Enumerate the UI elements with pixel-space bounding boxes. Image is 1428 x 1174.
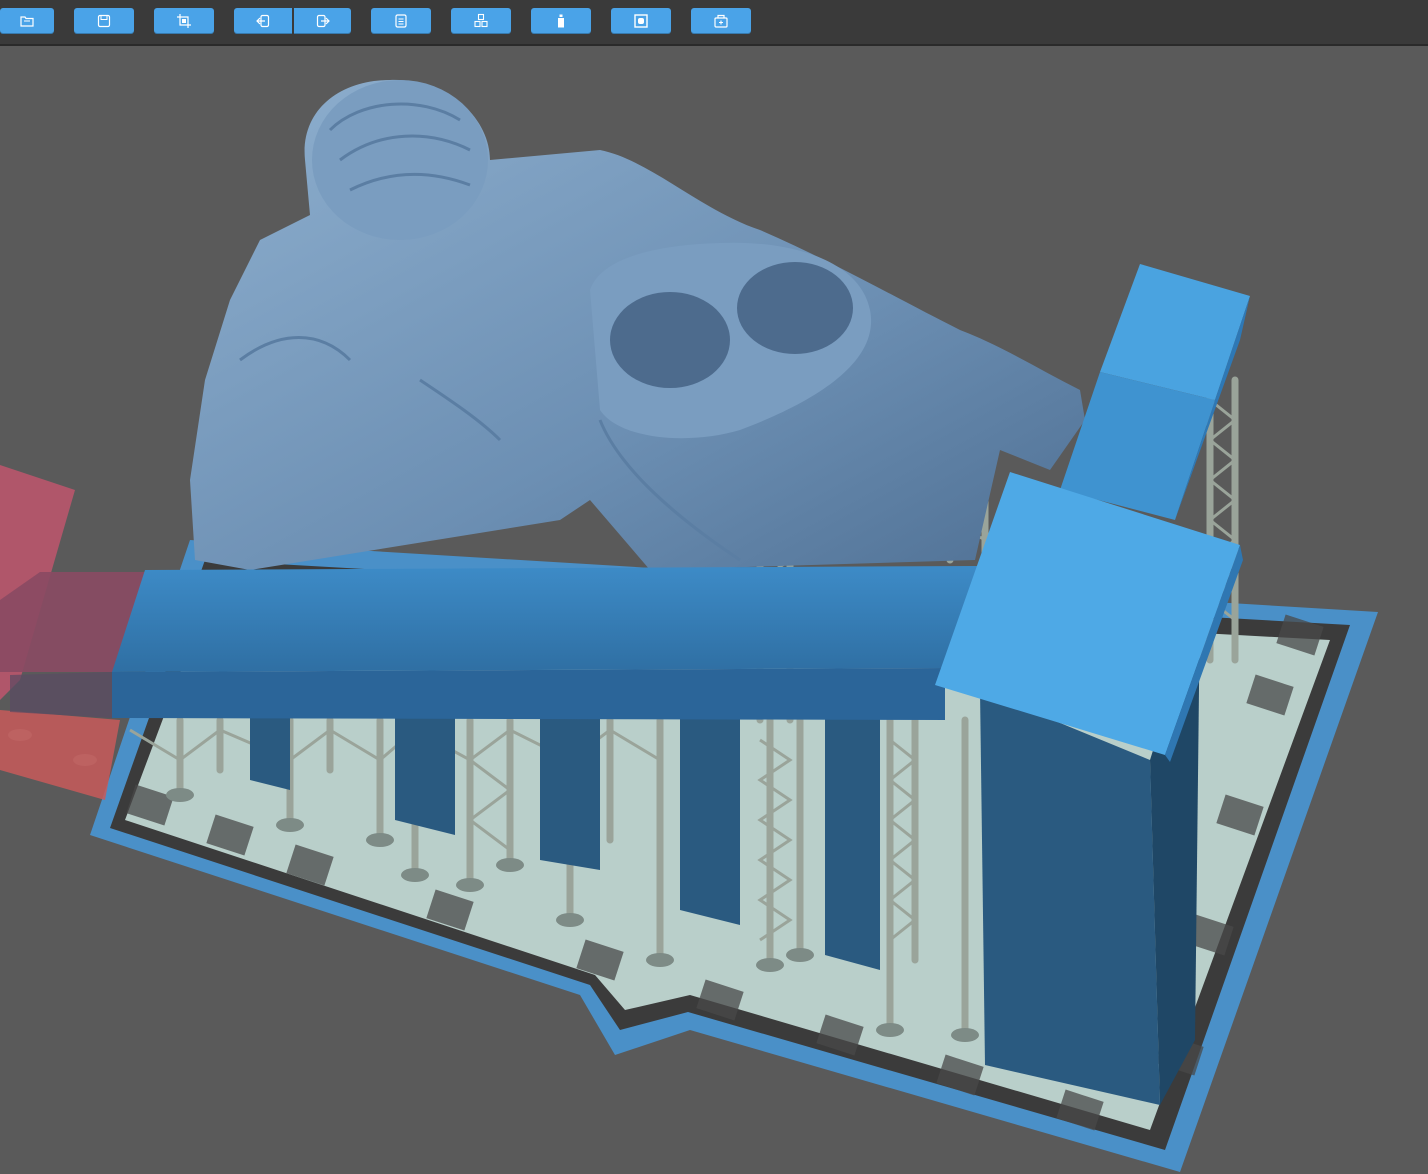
document-button[interactable] [371, 8, 431, 34]
hollow-button[interactable] [611, 8, 671, 34]
import-arrow-icon [256, 14, 270, 28]
crop-icon [177, 14, 191, 28]
hollow-square-icon [634, 14, 648, 28]
slice-export-button[interactable] [691, 8, 751, 34]
folder-open-icon [20, 16, 34, 27]
scene-canvas[interactable] [0, 46, 1428, 1174]
import-button[interactable] [234, 8, 292, 34]
export-arrow-icon [316, 14, 330, 28]
main-toolbar [0, 0, 1428, 46]
resin-button[interactable] [531, 8, 591, 34]
export-button[interactable] [294, 8, 351, 34]
selected-object-beam [10, 566, 980, 720]
cubes-arrange-icon [474, 13, 488, 28]
bottle-icon [558, 14, 564, 28]
3d-viewport[interactable] [0, 46, 1428, 1174]
save-button[interactable] [74, 8, 134, 34]
crop-button[interactable] [154, 8, 214, 34]
save-disk-icon [97, 14, 111, 28]
document-icon [395, 14, 407, 28]
arrange-button[interactable] [451, 8, 511, 34]
open-file-button[interactable] [0, 8, 54, 34]
printer-icon [714, 14, 728, 28]
upper-block [1060, 264, 1250, 520]
figure-model [190, 79, 1085, 570]
